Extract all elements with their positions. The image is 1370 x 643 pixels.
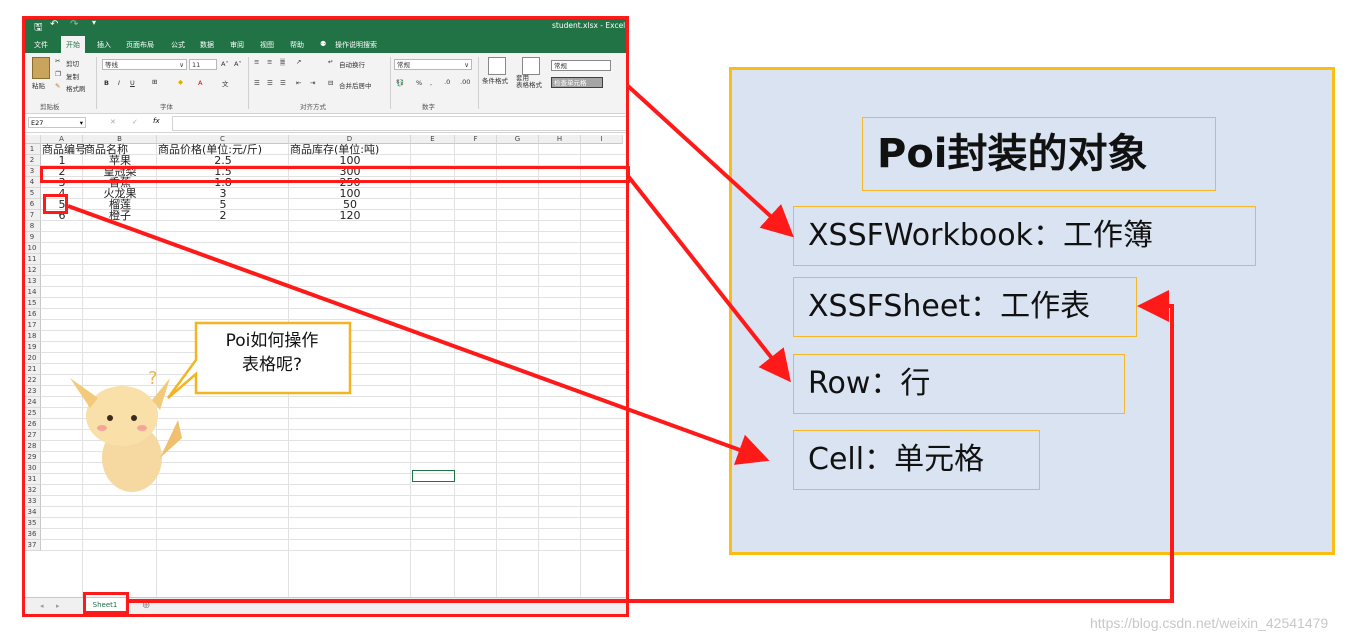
sheet-arrow <box>129 290 1174 603</box>
cell-arrow <box>67 204 770 465</box>
connector-arrows <box>67 84 1174 603</box>
workbook-arrow <box>626 84 794 238</box>
watermark: https://blog.csdn.net/weixin_42541479 <box>1090 615 1329 631</box>
